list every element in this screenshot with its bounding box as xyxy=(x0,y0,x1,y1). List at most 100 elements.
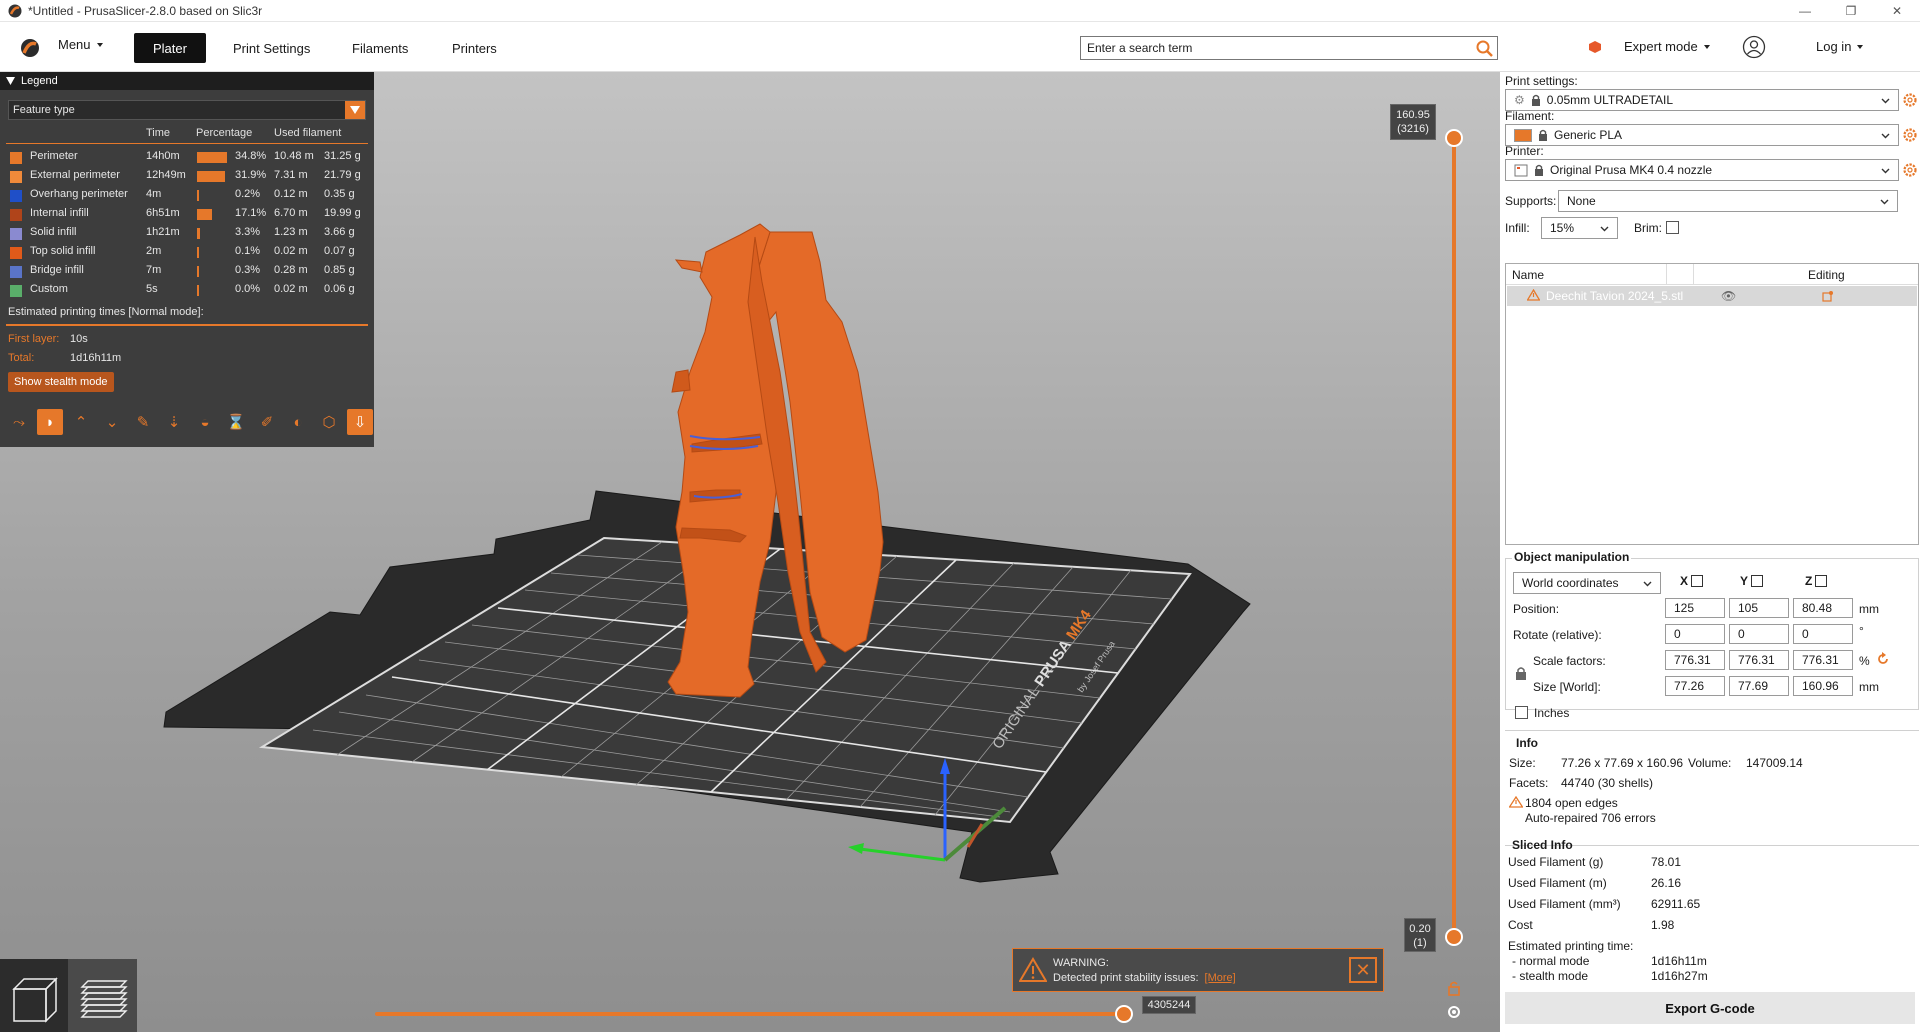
printer-combo[interactable]: Original Prusa MK4 0.4 nozzle xyxy=(1505,159,1899,181)
brim-checkbox[interactable] xyxy=(1666,221,1679,234)
custom-gcode-icon[interactable]: ✐ xyxy=(254,409,280,435)
search-icon[interactable] xyxy=(1473,38,1495,58)
warning-close-button[interactable]: ✕ xyxy=(1349,957,1377,983)
move-slider-track[interactable] xyxy=(375,1012,1125,1016)
position-x-input[interactable]: 125 xyxy=(1665,598,1725,618)
login-button[interactable]: Log in xyxy=(1816,39,1864,54)
position-z-input[interactable]: 80.48 xyxy=(1793,598,1853,618)
rotate-y-input[interactable]: 0 xyxy=(1729,624,1789,644)
inches-checkbox[interactable] xyxy=(1515,706,1528,719)
wipe-icon[interactable]: ◗ xyxy=(37,409,63,435)
settings-gear-icon[interactable] xyxy=(1902,127,1918,143)
position-y-input[interactable]: 105 xyxy=(1729,598,1789,618)
lock-icon[interactable] xyxy=(1446,980,1462,996)
menu-button[interactable]: Menu xyxy=(58,37,103,52)
layer-slider-bottom-handle[interactable] xyxy=(1445,928,1463,946)
legend-row[interactable]: Overhang perimeter 4m 0.2% 0.12 m 0.35 g xyxy=(0,186,374,204)
tab-filaments[interactable]: Filaments xyxy=(333,33,427,63)
object-name: Deechit Tavion 2024_5.stl xyxy=(1546,289,1684,303)
seams-icon[interactable]: ✎ xyxy=(130,409,156,435)
object-row[interactable]: Deechit Tavion 2024_5.stl 👁 xyxy=(1507,286,1917,306)
legend-percentage-bar xyxy=(197,190,199,201)
eye-icon[interactable]: 👁 xyxy=(1721,289,1736,303)
edit-icon[interactable] xyxy=(1822,290,1834,302)
axis-toggle-icon[interactable] xyxy=(1751,575,1764,587)
legend-option-icons: ⤳ ◗ ⌃ ⌄ ✎ ⇣ ◒ ⌛ ✐ ◐ ⬡ ⇩ xyxy=(6,409,373,435)
axis-toggle-icon[interactable] xyxy=(1691,575,1704,587)
col-editing[interactable]: Editing xyxy=(1808,268,1845,282)
legend-row[interactable]: Perimeter 14h0m 34.8% 10.48 m 31.25 g xyxy=(0,148,374,166)
scale-z-input[interactable]: 776.31 xyxy=(1793,650,1853,670)
move-slider-handle[interactable] xyxy=(1115,1005,1133,1023)
travel-icon[interactable]: ⤳ xyxy=(6,409,32,435)
show-stealth-mode-button[interactable]: Show stealth mode xyxy=(8,372,114,392)
deretractions-icon[interactable]: ⌄ xyxy=(99,409,125,435)
layer-slider-track[interactable] xyxy=(1452,136,1456,938)
print-settings-combo[interactable]: ⚙ 0.05mm ULTRADETAIL xyxy=(1505,89,1899,111)
reset-scale-icon[interactable] xyxy=(1876,652,1890,666)
legend-weight: 0.07 g xyxy=(324,245,355,257)
rotate-x-input[interactable]: 0 xyxy=(1665,624,1725,644)
rotate-z-input[interactable]: 0 xyxy=(1793,624,1853,644)
col-name[interactable]: Name xyxy=(1512,268,1544,282)
legend-row[interactable]: Solid infill 1h21m 3.3% 1.23 m 3.66 g xyxy=(0,224,374,242)
infill-combo[interactable]: 15% xyxy=(1541,217,1618,239)
legend-color-swatch xyxy=(10,171,22,183)
legend-feature-name: Overhang perimeter xyxy=(30,188,128,200)
pause-icon[interactable]: ⌛ xyxy=(223,409,249,435)
legend-color-swatch xyxy=(10,228,22,240)
chevron-down-icon xyxy=(1881,133,1890,139)
warning-more-link[interactable]: [More] xyxy=(1205,972,1236,984)
shells-icon[interactable]: ⬡ xyxy=(316,409,342,435)
legend-weight: 0.35 g xyxy=(324,188,355,200)
lock-icon[interactable] xyxy=(1515,666,1527,680)
tab-printers[interactable]: Printers xyxy=(433,33,516,63)
settings-cog-icon[interactable] xyxy=(1446,1004,1462,1020)
export-gcode-button[interactable]: Export G-code xyxy=(1505,992,1915,1024)
legend-header[interactable]: Legend xyxy=(0,72,374,90)
legend-row[interactable]: Bridge infill 7m 0.3% 0.28 m 0.85 g xyxy=(0,262,374,280)
settings-gear-icon[interactable] xyxy=(1902,162,1918,178)
tab-plater[interactable]: Plater xyxy=(134,33,206,63)
retractions-icon[interactable]: ⌃ xyxy=(68,409,94,435)
mode-selector[interactable]: Expert mode xyxy=(1624,39,1710,54)
filament-combo[interactable]: Generic PLA xyxy=(1505,124,1899,146)
center-of-gravity-icon[interactable]: ◐ xyxy=(285,409,311,435)
supports-combo[interactable]: None xyxy=(1558,190,1898,212)
settings-gear-icon[interactable] xyxy=(1902,92,1918,108)
size-z-input[interactable]: 160.96 xyxy=(1793,676,1853,696)
3d-viewport[interactable]: ORIGINAL PRUSA MK4 by Josef Prusa Legend… xyxy=(0,72,1500,1032)
legend-percentage-bar xyxy=(197,171,225,182)
user-account-icon[interactable] xyxy=(1742,35,1766,59)
legend-row[interactable]: Custom 5s 0.0% 0.02 m 0.06 g xyxy=(0,281,374,299)
menu-label: Menu xyxy=(58,37,91,52)
scale-y-input[interactable]: 776.31 xyxy=(1729,650,1789,670)
size-x-input[interactable]: 77.26 xyxy=(1665,676,1725,696)
axis-toggle-icon[interactable] xyxy=(1815,575,1828,587)
legend-row[interactable]: External perimeter 12h49m 31.9% 7.31 m 21.79… xyxy=(0,167,374,185)
maximize-button[interactable]: ❐ xyxy=(1828,0,1874,22)
close-window-button[interactable]: ✕ xyxy=(1874,0,1920,22)
position-label: Position: xyxy=(1513,602,1560,616)
legend-color-swatch xyxy=(10,247,22,259)
legend-row[interactable]: Internal infill 6h51m 17.1% 6.70 m 19.99 g xyxy=(0,205,374,223)
sliced-row-value: 78.01 xyxy=(1651,855,1682,869)
preview-button[interactable] xyxy=(68,959,137,1032)
rotate-label: Rotate (relative): xyxy=(1513,628,1602,642)
legend-percentage-bar xyxy=(197,152,227,163)
search-input[interactable]: Enter a search term xyxy=(1080,36,1498,60)
tab-print-settings[interactable]: Print Settings xyxy=(214,33,329,63)
coordinate-system-select[interactable]: World coordinates xyxy=(1513,572,1661,594)
scale-x-input[interactable]: 776.31 xyxy=(1665,650,1725,670)
legend-row[interactable]: Top solid infill 2m 0.1% 0.02 m 0.07 g xyxy=(0,243,374,261)
tool-marker-icon[interactable]: ⇩ xyxy=(347,409,373,435)
view-type-select[interactable]: Feature type xyxy=(8,100,366,120)
minimize-button[interactable]: — xyxy=(1782,0,1828,22)
legend-weight: 3.66 g xyxy=(324,226,355,238)
layer-slider-top-handle[interactable] xyxy=(1445,129,1463,147)
tool-changes-icon[interactable]: ⇣ xyxy=(161,409,187,435)
size-y-input[interactable]: 77.69 xyxy=(1729,676,1789,696)
legend-time: 1h21m xyxy=(146,226,180,238)
3d-view-button[interactable] xyxy=(0,959,68,1032)
color-changes-icon[interactable]: ◒ xyxy=(192,409,218,435)
